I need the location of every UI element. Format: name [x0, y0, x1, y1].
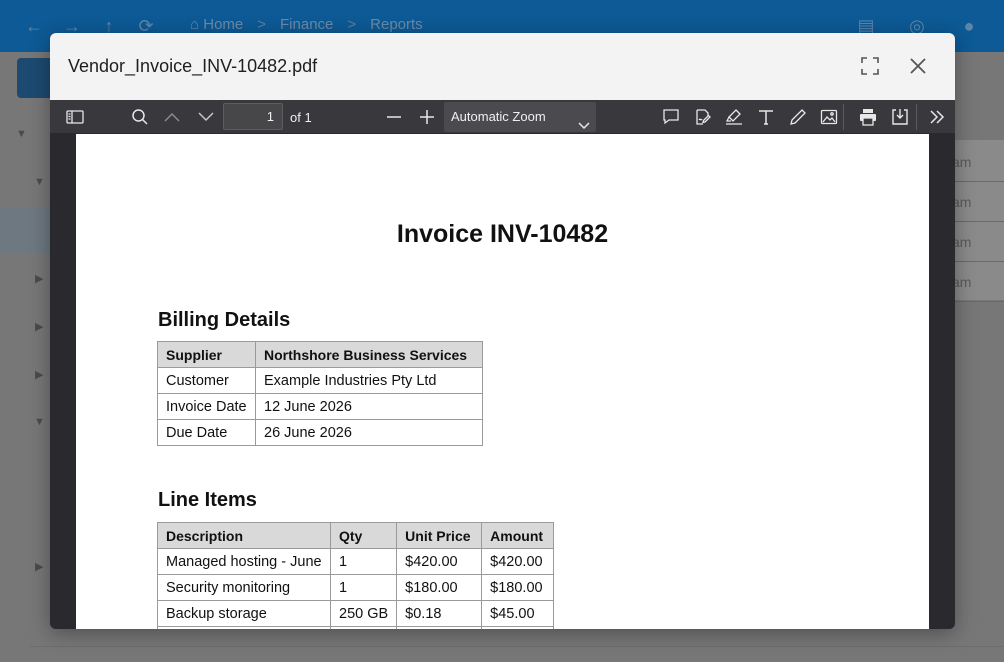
breadcrumb-finance[interactable]: Finance	[280, 16, 333, 33]
toolbar-divider	[916, 104, 917, 130]
tree-collapse-icon[interactable]: ▶	[35, 272, 43, 285]
close-icon[interactable]	[905, 53, 931, 79]
tree-collapse-icon[interactable]: ▶	[35, 368, 43, 381]
user-icon[interactable]: ●	[957, 14, 981, 38]
table-cell: 1	[329, 548, 398, 575]
image-icon[interactable]	[817, 105, 841, 129]
table-cell: Due Date	[157, 419, 256, 446]
search-icon[interactable]	[128, 105, 152, 129]
table-header-row: Supplier Northshore Business Services	[157, 341, 483, 368]
tree-expand-icon[interactable]: ▼	[34, 416, 45, 428]
table-row: Managed hosting - June 1 $420.00 $420.00	[157, 548, 555, 575]
pdf-page: Invoice INV-10482 Billing Details Suppli…	[76, 134, 929, 629]
table-cell: Customer	[157, 367, 256, 394]
sidebar-toggle-icon[interactable]	[63, 105, 87, 129]
table-cell: $180.00	[481, 574, 555, 601]
table-row: Due Date 26 June 2026	[157, 419, 483, 446]
table-cell: $0.18	[396, 600, 483, 627]
zoom-out-icon[interactable]	[382, 105, 406, 129]
table-cell	[157, 626, 331, 629]
table-header-cell: Unit Price	[396, 522, 483, 549]
dialog-header: Vendor_Invoice_INV-10482.pdf	[50, 33, 955, 100]
billing-details-heading: Billing Details	[158, 309, 291, 331]
table-cell: $420.00	[396, 548, 483, 575]
table-cell: 12 June 2026	[255, 393, 483, 420]
more-tools-icon[interactable]	[925, 105, 949, 129]
table-cell: $420.00	[481, 548, 555, 575]
document-title: Invoice INV-10482	[396, 220, 609, 248]
table-cell: Invoice Date	[157, 393, 256, 420]
page-number-input[interactable]: 1	[223, 103, 283, 130]
breadcrumb: ⌂ Home > Finance > Reports	[190, 16, 423, 33]
table-header-cell: Amount	[481, 522, 555, 549]
highlight-icon[interactable]	[722, 105, 746, 129]
table-cell: Managed hosting - June	[157, 548, 331, 575]
home-icon: ⌂	[190, 16, 200, 33]
back-arrow-icon[interactable]: ←	[22, 14, 46, 38]
comment-icon[interactable]	[659, 105, 683, 129]
table-cell: $45.00	[481, 600, 555, 627]
breadcrumb-reports[interactable]: Reports	[370, 16, 423, 33]
billing-details-table: Supplier Northshore Business Services Cu…	[157, 341, 483, 446]
table-cell	[396, 626, 483, 629]
fullscreen-icon[interactable]	[857, 53, 883, 79]
toolbar-divider	[843, 104, 844, 130]
draw-icon[interactable]	[786, 105, 810, 129]
zoom-select[interactable]: Automatic Zoom	[444, 102, 596, 132]
line-items-table: Description Qty Unit Price Amount Manage…	[157, 522, 555, 629]
zoom-select-value: Automatic Zoom	[451, 109, 546, 124]
table-row: Security monitoring 1 $180.00 $180.00	[157, 574, 555, 601]
tree-expand-icon[interactable]: ▼	[16, 128, 27, 140]
table-cell	[481, 626, 555, 629]
line-items-heading: Line Items	[158, 489, 257, 511]
background-table-row: am	[950, 142, 1004, 182]
table-header-cell: Northshore Business Services	[255, 341, 483, 368]
background-table-row: am	[950, 262, 1004, 302]
breadcrumb-separator: >	[257, 16, 267, 33]
table-cell: 250 GB	[329, 600, 398, 627]
table-header-cell: Description	[157, 522, 331, 549]
divider	[30, 646, 1004, 647]
table-cell	[329, 626, 398, 629]
table-row: Customer Example Industries Pty Ltd	[157, 367, 483, 394]
dialog-title: Vendor_Invoice_INV-10482.pdf	[68, 56, 318, 76]
breadcrumb-separator: >	[347, 16, 357, 33]
previous-page-icon[interactable]	[160, 105, 184, 129]
text-tool-icon[interactable]	[754, 105, 778, 129]
tree-collapse-icon[interactable]: ▶	[35, 320, 43, 333]
pdf-preview-dialog: Vendor_Invoice_INV-10482.pdf 1 of 1 Auto…	[50, 33, 955, 629]
page-count-label: of 1	[290, 110, 312, 125]
signature-icon[interactable]	[691, 105, 715, 129]
table-cell: 1	[329, 574, 398, 601]
tree-expand-icon[interactable]: ▼	[34, 176, 45, 188]
tree-collapse-icon[interactable]: ▶	[35, 560, 43, 573]
zoom-in-icon[interactable]	[415, 105, 439, 129]
breadcrumb-home[interactable]: ⌂ Home	[190, 16, 243, 33]
table-cell: Security monitoring	[157, 574, 331, 601]
download-icon[interactable]	[888, 105, 912, 129]
table-row: Invoice Date 12 June 2026	[157, 393, 483, 420]
print-icon[interactable]	[856, 105, 880, 129]
table-cell: $180.00	[396, 574, 483, 601]
table-cell: 26 June 2026	[255, 419, 483, 446]
table-header-cell: Qty	[329, 522, 398, 549]
table-row: Backup storage 250 GB $0.18 $45.00	[157, 600, 555, 627]
next-page-icon[interactable]	[194, 105, 218, 129]
pdf-toolbar: 1 of 1 Automatic Zoom	[50, 100, 955, 134]
table-header-row: Description Qty Unit Price Amount	[157, 522, 555, 549]
table-row	[157, 626, 555, 629]
background-table-row: am	[950, 222, 1004, 262]
background-table-row: am	[950, 182, 1004, 222]
table-header-cell: Supplier	[157, 341, 256, 368]
table-cell: Example Industries Pty Ltd	[255, 367, 483, 394]
selected-tree-row	[0, 207, 50, 253]
pdf-viewer-area[interactable]: Invoice INV-10482 Billing Details Suppli…	[50, 134, 955, 629]
table-cell: Backup storage	[157, 600, 331, 627]
